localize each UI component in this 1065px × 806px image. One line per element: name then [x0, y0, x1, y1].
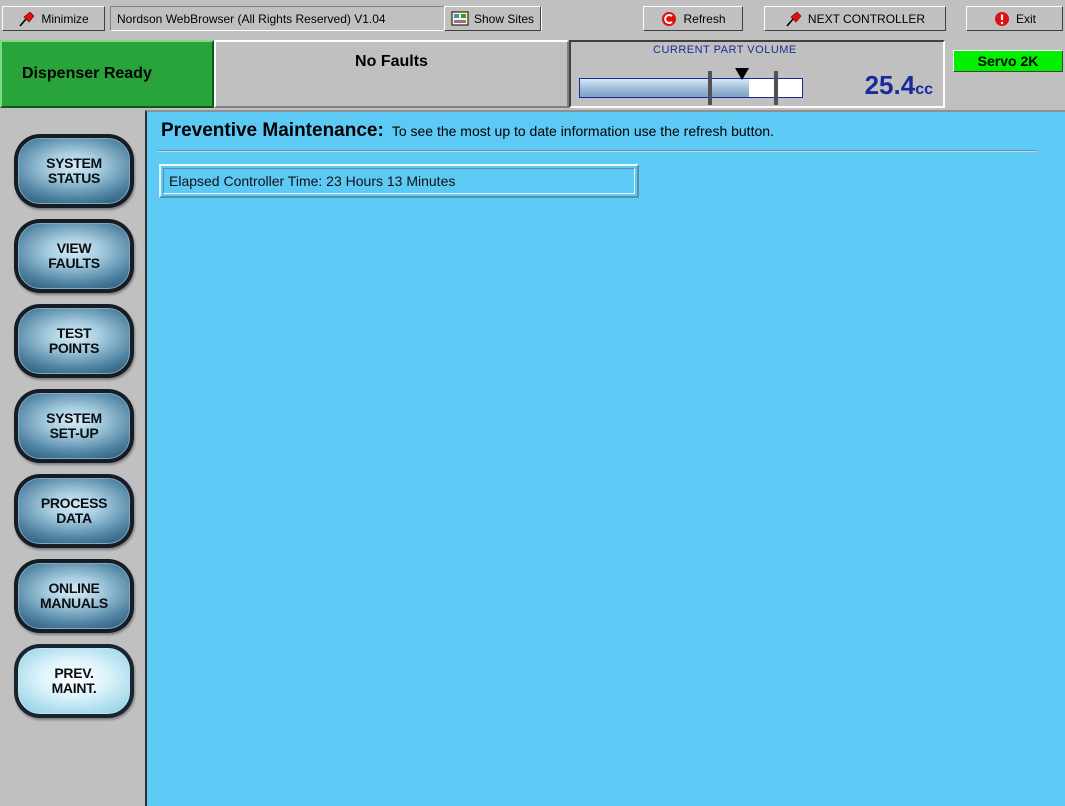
- volume-unit: cc: [915, 81, 933, 98]
- upper-limit-marker: [774, 71, 779, 105]
- sidebar-item-label: SYSTEM STATUS: [46, 155, 102, 186]
- sidebar-item-label: PREV. MAINT.: [51, 665, 97, 696]
- nav-button-face: SYSTEM STATUS: [18, 138, 130, 204]
- refresh-label: Refresh: [683, 11, 726, 26]
- sidebar-item-label: PROCESS DATA: [40, 495, 108, 526]
- page-title: Preventive Maintenance:: [161, 120, 384, 141]
- next-controller-button[interactable]: NEXT CONTROLLER: [764, 6, 946, 31]
- show-sites-button[interactable]: Show Sites: [444, 6, 541, 31]
- sites-icon: [451, 10, 469, 28]
- sidebar: SYSTEM STATUS VIEW FAULTS TEST POINTS SY…: [0, 110, 145, 806]
- servo-panel: Servo 2K: [945, 40, 1065, 108]
- heading-divider: [157, 150, 1037, 152]
- pin-icon: [18, 10, 36, 28]
- nav-button-face: TEST POINTS: [18, 308, 130, 374]
- volume-gauge-fill: [580, 79, 749, 97]
- nav-button-face: PROCESS DATA: [18, 478, 130, 544]
- sidebar-item-system-status[interactable]: SYSTEM STATUS: [14, 134, 134, 208]
- sidebar-item-process-data[interactable]: PROCESS DATA: [14, 474, 134, 548]
- sidebar-item-view-faults[interactable]: VIEW FAULTS: [14, 219, 134, 293]
- volume-gauge: [579, 68, 803, 105]
- show-sites-label: Show Sites: [473, 11, 535, 26]
- nav-button-face: VIEW FAULTS: [18, 223, 130, 289]
- top-toolbar: Minimize Nordson WebBrowser (All Rights …: [0, 0, 1065, 40]
- next-controller-label: NEXT CONTROLLER: [807, 11, 926, 26]
- sidebar-item-prev-maint[interactable]: PREV. MAINT.: [14, 644, 134, 718]
- nav-button-face: SYSTEM SET-UP: [18, 393, 130, 459]
- faults-panel: No Faults: [214, 40, 569, 108]
- elapsed-time-inner: Elapsed Controller Time: 23 Hours 13 Min…: [163, 168, 635, 194]
- elapsed-time-text: Elapsed Controller Time: 23 Hours 13 Min…: [169, 173, 456, 189]
- sidebar-item-test-points[interactable]: TEST POINTS: [14, 304, 134, 378]
- exit-button[interactable]: Exit: [966, 6, 1063, 31]
- nav-button-face: ONLINE MANUALS: [18, 563, 130, 629]
- minimize-label: Minimize: [41, 11, 89, 26]
- part-volume-panel: CURRENT PART VOLUME 25.4cc: [569, 40, 945, 108]
- minimize-button[interactable]: Minimize: [2, 6, 105, 31]
- page-heading: Preventive Maintenance: To see the most u…: [161, 120, 774, 142]
- elapsed-time-box: Elapsed Controller Time: 23 Hours 13 Min…: [159, 164, 639, 198]
- volume-value: 25.4: [864, 70, 916, 100]
- sidebar-item-label: ONLINE MANUALS: [40, 580, 108, 611]
- refresh-icon: [660, 10, 678, 28]
- page-subtitle: To see the most up to date information u…: [391, 123, 774, 139]
- servo-badge: Servo 2K: [953, 50, 1063, 72]
- sidebar-item-label: SYSTEM SET-UP: [46, 410, 102, 441]
- refresh-button[interactable]: Refresh: [643, 6, 743, 31]
- exit-icon: [993, 10, 1011, 28]
- sidebar-item-label: VIEW FAULTS: [48, 240, 100, 271]
- sidebar-item-system-setup[interactable]: SYSTEM SET-UP: [14, 389, 134, 463]
- main-content: Preventive Maintenance: To see the most u…: [145, 110, 1065, 806]
- faults-text: No Faults: [355, 53, 428, 70]
- exit-label: Exit: [1015, 11, 1036, 26]
- ready-text: Dispenser Ready: [22, 65, 152, 82]
- nav-button-face: PREV. MAINT.: [18, 648, 130, 714]
- volume-readout: 25.4cc: [865, 70, 933, 101]
- volume-label: CURRENT PART VOLUME: [653, 44, 797, 56]
- sidebar-item-online-manuals[interactable]: ONLINE MANUALS: [14, 559, 134, 633]
- dispenser-ready-status: Dispenser Ready: [0, 40, 214, 108]
- volume-pointer-icon: [735, 68, 750, 80]
- pin-icon: [785, 10, 803, 28]
- lower-limit-marker: [707, 71, 712, 105]
- browser-title: Nordson WebBrowser (All Rights Reserved)…: [117, 11, 386, 26]
- sidebar-item-label: TEST POINTS: [48, 325, 100, 356]
